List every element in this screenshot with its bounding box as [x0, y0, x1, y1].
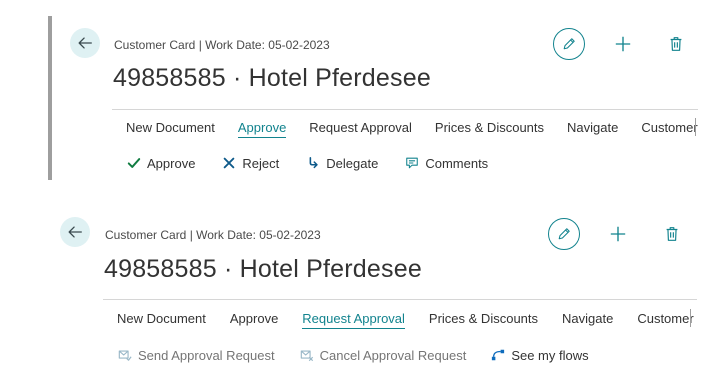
comment-icon	[404, 155, 420, 171]
flow-icon	[490, 347, 506, 363]
see-my-flows-action[interactable]: See my flows	[490, 347, 589, 363]
menu-top-divider	[103, 299, 697, 300]
delegate-action[interactable]: Delegate	[305, 155, 378, 171]
panel-left-border	[48, 16, 52, 180]
menu-approve[interactable]: Approve	[230, 311, 278, 326]
menu-customer[interactable]: Customer	[637, 311, 693, 326]
request-approval-actions: Send Approval Request Cancel Approval Re…	[117, 347, 589, 363]
back-button[interactable]	[70, 28, 100, 58]
trash-icon	[666, 227, 678, 241]
approve-action[interactable]: Approve	[126, 155, 195, 171]
back-arrow-icon	[78, 37, 92, 49]
plus-icon	[615, 36, 631, 52]
new-button[interactable]	[608, 224, 628, 244]
menu-new-document[interactable]: New Document	[126, 120, 215, 135]
reject-action[interactable]: Reject	[221, 155, 279, 171]
plus-icon	[610, 226, 626, 242]
back-button[interactable]	[60, 217, 90, 247]
menu-new-document[interactable]: New Document	[117, 311, 206, 326]
menu-approve[interactable]: Approve	[237, 120, 287, 138]
menu-navigate[interactable]: Navigate	[562, 311, 613, 326]
comments-action[interactable]: Comments	[404, 155, 488, 171]
approve-action-label: Approve	[147, 155, 196, 171]
menu-customer[interactable]: Customer	[641, 120, 697, 135]
menu-prices-discounts[interactable]: Prices & Discounts	[429, 311, 538, 326]
reject-action-label: Reject	[242, 155, 280, 171]
page-title: 49858585 · Hotel Pferdesee	[104, 255, 422, 283]
send-approval-icon	[117, 347, 133, 363]
menu-overflow-divider	[695, 118, 696, 136]
new-button[interactable]	[613, 34, 633, 54]
customer-card-panel-approve: Customer Card | Work Date: 05-02-2023 49…	[0, 0, 707, 185]
action-menu-bar: New Document Approve Request Approval Pr…	[117, 311, 694, 329]
cancel-approval-request-label: Cancel Approval Request	[319, 347, 467, 363]
edit-button[interactable]	[553, 28, 585, 60]
back-arrow-icon	[68, 226, 82, 238]
page-title: 49858585 · Hotel Pferdesee	[113, 64, 431, 92]
menu-navigate[interactable]: Navigate	[567, 120, 618, 135]
trash-icon	[670, 37, 682, 51]
cancel-approval-icon	[299, 347, 315, 363]
send-approval-request-label: Send Approval Request	[138, 347, 275, 363]
x-icon	[221, 155, 237, 171]
menu-top-divider	[112, 109, 698, 110]
pencil-icon	[558, 228, 570, 240]
comments-action-label: Comments	[425, 155, 489, 171]
card-caption: Customer Card | Work Date: 05-02-2023	[105, 228, 321, 242]
action-menu-bar: New Document Approve Request Approval Pr…	[126, 120, 698, 138]
card-caption: Customer Card | Work Date: 05-02-2023	[114, 38, 330, 52]
menu-overflow-divider	[690, 309, 691, 327]
edit-button[interactable]	[548, 218, 580, 250]
delete-button[interactable]	[666, 34, 686, 54]
menu-prices-discounts[interactable]: Prices & Discounts	[435, 120, 544, 135]
delegate-arrow-icon	[305, 155, 321, 171]
delegate-action-label: Delegate	[326, 155, 379, 171]
cancel-approval-request-action[interactable]: Cancel Approval Request	[299, 347, 467, 363]
menu-request-approval[interactable]: Request Approval	[302, 311, 405, 329]
menu-request-approval[interactable]: Request Approval	[309, 120, 412, 135]
pencil-icon	[563, 38, 575, 50]
see-my-flows-label: See my flows	[511, 347, 589, 363]
delete-button[interactable]	[662, 224, 682, 244]
send-approval-request-action[interactable]: Send Approval Request	[117, 347, 275, 363]
customer-card-panel-request-approval: Customer Card | Work Date: 05-02-2023 49…	[0, 192, 707, 383]
approve-actions: Approve Reject Delegate Comments	[126, 155, 488, 171]
check-icon	[126, 155, 142, 171]
